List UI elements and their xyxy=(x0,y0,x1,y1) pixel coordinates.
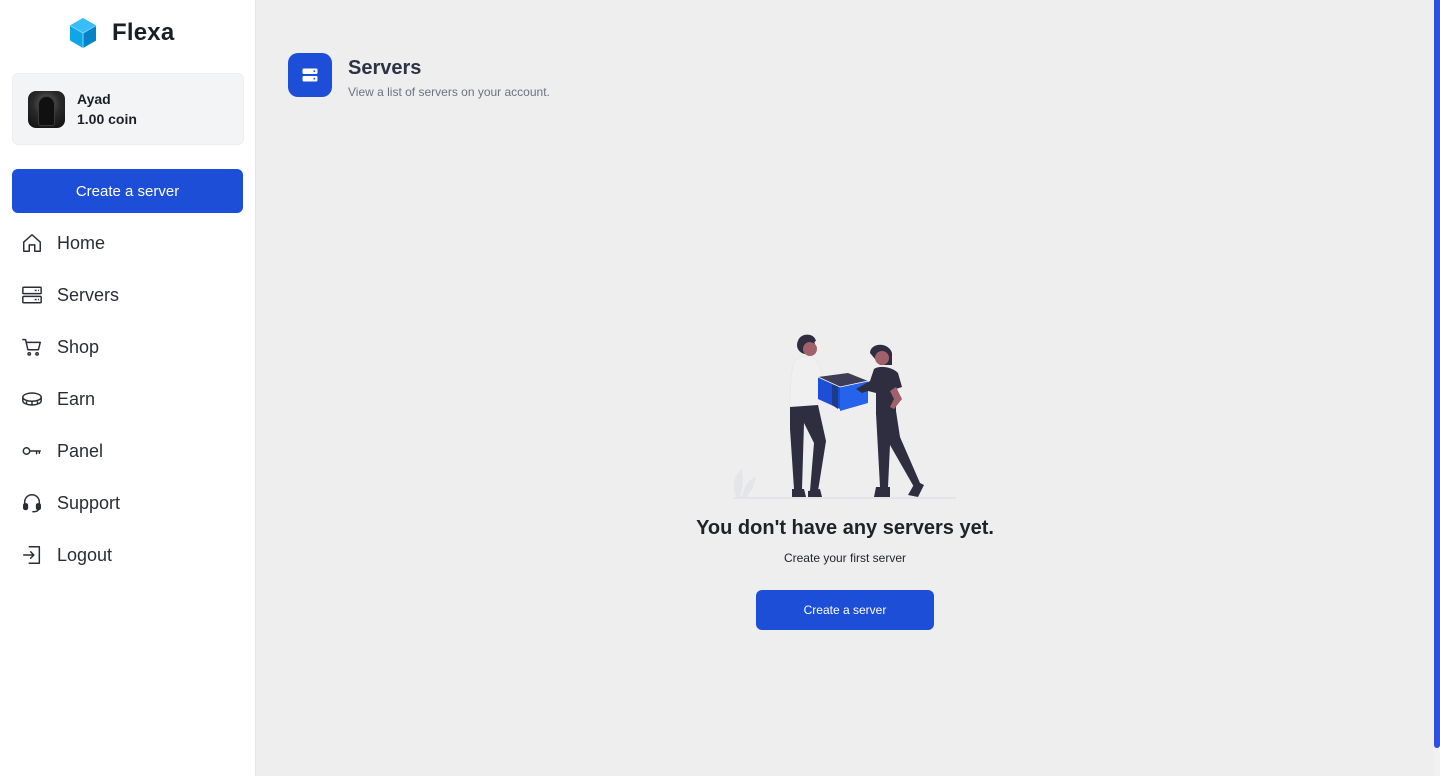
sidebar-item-label: Support xyxy=(57,492,121,513)
user-coin-balance: 1.00 coin xyxy=(77,111,137,127)
cart-icon xyxy=(21,336,43,358)
page-scrollbar[interactable] xyxy=(1434,0,1440,776)
empty-state-subtitle: Create your first server xyxy=(783,551,907,565)
user-name: Ayad xyxy=(77,91,111,107)
sidebar-item-panel[interactable]: Panel xyxy=(0,425,256,477)
sidebar: Flexa Ayad 1.00 coin Create a server Hom… xyxy=(0,0,256,776)
avatar xyxy=(28,90,65,128)
sidebar-create-server-button[interactable]: Create a server xyxy=(12,169,243,213)
page-title: Servers xyxy=(348,57,422,79)
sidebar-item-label: Servers xyxy=(57,284,120,305)
sidebar-item-label: Earn xyxy=(57,388,96,409)
sidebar-item-home[interactable]: Home xyxy=(0,217,256,269)
cube-logo-icon xyxy=(69,18,97,48)
sidebar-item-servers[interactable]: Servers xyxy=(0,269,256,321)
brand-name: Flexa xyxy=(112,19,175,46)
app-window: Flexa Ayad 1.00 coin Create a server Hom… xyxy=(0,0,1440,776)
servers-icon xyxy=(21,284,43,306)
key-icon xyxy=(21,440,43,462)
user-card: Ayad 1.00 coin xyxy=(12,73,244,145)
sidebar-item-label: Panel xyxy=(57,440,104,461)
empty-state: You don't have any servers yet. Create y… xyxy=(256,325,1434,630)
sidebar-nav: Home Servers Shop Earn Panel Support Log… xyxy=(0,217,256,581)
main-content: Servers View a list of servers on your a… xyxy=(256,0,1434,776)
sidebar-item-support[interactable]: Support xyxy=(0,477,256,529)
sidebar-item-label: Logout xyxy=(57,544,113,565)
page-subtitle: View a list of servers on your account. xyxy=(348,85,550,99)
sidebar-item-earn[interactable]: Earn xyxy=(0,373,256,425)
sidebar-item-label: Shop xyxy=(57,336,100,357)
sidebar-item-shop[interactable]: Shop xyxy=(0,321,256,373)
server-icon xyxy=(288,53,332,97)
home-icon xyxy=(21,232,43,254)
brand[interactable]: Flexa xyxy=(66,14,174,52)
coin-icon xyxy=(21,388,43,410)
sidebar-item-logout[interactable]: Logout xyxy=(0,529,256,581)
sidebar-item-label: Home xyxy=(57,232,106,253)
page-header: Servers View a list of servers on your a… xyxy=(288,53,550,99)
empty-state-title: You don't have any servers yet. xyxy=(696,517,994,539)
people-exchanging-box-illustration xyxy=(734,334,956,499)
create-server-button[interactable]: Create a server xyxy=(756,590,934,630)
scrollbar-thumb[interactable] xyxy=(1434,0,1440,748)
logout-icon xyxy=(21,544,43,566)
headset-icon xyxy=(21,492,43,514)
